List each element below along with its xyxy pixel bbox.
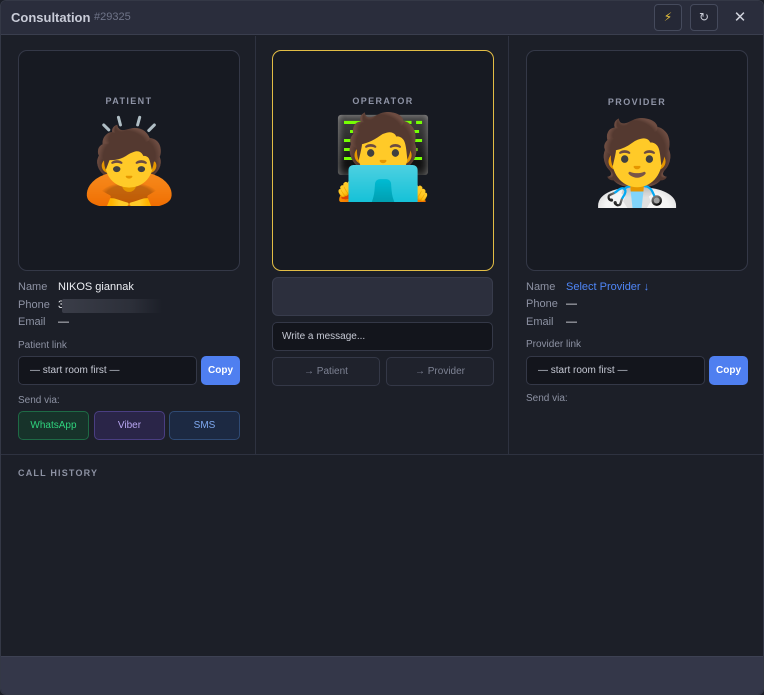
patient-phone-row: Phone 3(: [18, 299, 248, 313]
patient-name-row: Name NIKOS giannak: [18, 281, 248, 295]
patient-email-value: —: [58, 316, 69, 328]
provider-name-key: Name: [526, 281, 556, 293]
whatsapp-button[interactable]: WhatsApp: [18, 411, 89, 440]
operator-status-box: [272, 277, 493, 316]
patient-card: PATIENT 🙇: [18, 50, 240, 271]
operator-card-label: OPERATOR: [352, 96, 414, 106]
patient-link-field[interactable]: — start room first —: [18, 356, 197, 385]
send-to-patient-button[interactable]: → Patient: [272, 357, 380, 386]
call-history-label: CALL HISTORY: [18, 468, 99, 478]
provider-card-label: PROVIDER: [607, 97, 667, 107]
patient-name-key: Name: [18, 281, 48, 293]
window-title: Consultation: [11, 10, 91, 25]
refresh-button[interactable]: ↻: [690, 4, 718, 31]
patient-copy-button[interactable]: Copy: [201, 356, 240, 385]
close-icon: ✕: [733, 9, 747, 26]
title-bar: Consultation #29325 ⚡ ↻ ✕: [1, 1, 763, 35]
consultation-window: Consultation #29325 ⚡ ↻ ✕ PATIENT 🙇 Name…: [0, 0, 764, 695]
phone-redaction: [62, 299, 162, 313]
provider-phone-row: Phone —: [526, 298, 756, 312]
provider-link-label: Provider link: [526, 339, 582, 350]
viber-button[interactable]: Viber: [94, 411, 165, 440]
patient-card-label: PATIENT: [105, 96, 153, 106]
provider-doctor-icon: 🧑‍⚕️: [585, 116, 689, 211]
patient-email-key: Email: [18, 316, 46, 328]
provider-copy-button[interactable]: Copy: [709, 356, 748, 385]
lightning-icon: ⚡: [663, 10, 673, 24]
flash-button[interactable]: ⚡: [654, 4, 682, 31]
provider-email-value: —: [566, 316, 577, 328]
send-to-provider-button[interactable]: → Provider: [386, 357, 494, 386]
patient-link-label: Patient link: [18, 340, 67, 351]
provider-send-via-label: Send via:: [526, 393, 568, 404]
sms-button[interactable]: SMS: [169, 411, 240, 440]
message-input[interactable]: Write a message...: [272, 322, 493, 351]
provider-link-field[interactable]: — start room first —: [526, 356, 705, 385]
patient-email-row: Email —: [18, 316, 248, 330]
operator-card: OPERATOR 🧑‍💻: [272, 50, 494, 271]
call-history-section: CALL HISTORY: [1, 454, 763, 656]
provider-panel: PROVIDER 🧑‍⚕️ Name Select Provider ↓ Pho…: [509, 36, 763, 454]
patient-panel: PATIENT 🙇 Name NIKOS giannak Phone 3( Em…: [1, 36, 256, 454]
operator-laptop-icon: 🧑‍💻: [331, 110, 435, 205]
patient-phone-key: Phone: [18, 299, 50, 311]
close-button[interactable]: ✕: [727, 4, 753, 31]
provider-phone-value: —: [566, 298, 577, 310]
provider-card: PROVIDER 🧑‍⚕️: [526, 50, 748, 271]
provider-name-row: Name Select Provider ↓: [526, 281, 756, 295]
select-provider-dropdown[interactable]: Select Provider ↓: [566, 281, 649, 293]
refresh-icon: ↻: [698, 10, 710, 24]
patient-name-value: NIKOS giannak: [58, 281, 134, 293]
operator-panel: OPERATOR 🧑‍💻 Write a message... → Patien…: [256, 36, 509, 454]
footer-bar: [1, 656, 763, 694]
provider-email-row: Email —: [526, 316, 756, 330]
consultation-id: #29325: [94, 11, 131, 23]
provider-phone-key: Phone: [526, 298, 558, 310]
patient-bowing-icon: 🙇: [77, 114, 181, 209]
patient-send-via-label: Send via:: [18, 395, 60, 406]
provider-email-key: Email: [526, 316, 554, 328]
